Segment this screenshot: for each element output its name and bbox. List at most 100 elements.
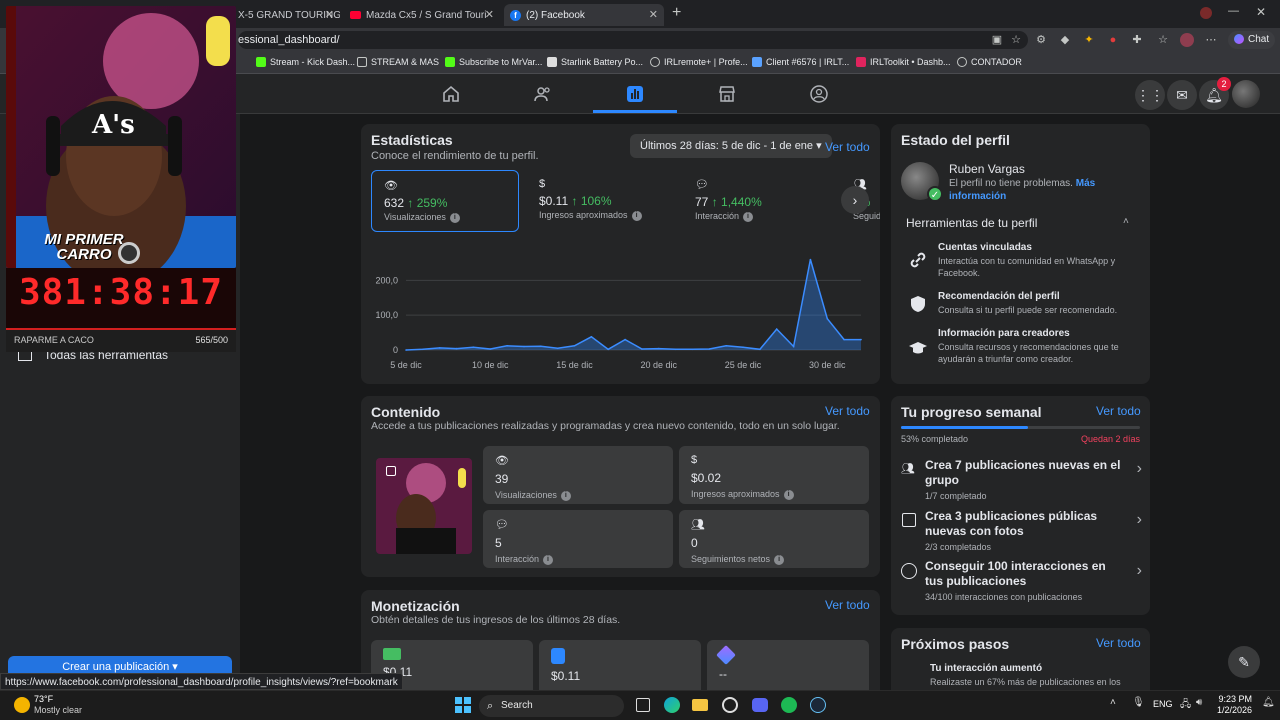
tool-linked-accounts[interactable]: Cuentas vinculadas Interactúa con tu com… — [938, 242, 1128, 279]
task-view-icon[interactable] — [636, 698, 650, 712]
chart-point — [422, 348, 424, 351]
home-icon[interactable] — [441, 84, 461, 104]
language-indicator[interactable]: ENG — [1153, 699, 1173, 709]
stars-icon — [716, 645, 736, 665]
info-icon[interactable]: i — [774, 554, 785, 565]
extension-icon[interactable]: ✦ — [1082, 33, 1096, 47]
bookmark-item[interactable]: Subscribe to MrVar... — [445, 57, 542, 67]
extension-icon[interactable]: ⚙ — [1034, 33, 1048, 47]
dollar-icon: $ — [539, 178, 546, 190]
spotify-icon[interactable] — [781, 697, 797, 713]
weather-temp[interactable]: 73°F — [34, 694, 53, 704]
tab-facebook[interactable]: f (2) Facebook ✕ — [504, 4, 664, 26]
stat-card-views[interactable]: 👁︎ 632 ↑ 259% Visualizaciones i — [371, 170, 519, 232]
chevron-right-icon[interactable]: › — [1137, 511, 1142, 529]
menu-grid-icon[interactable]: ⋮⋮ — [1135, 80, 1165, 110]
favorites-icon[interactable]: ☆ — [1156, 33, 1170, 47]
tab-mazda-1[interactable]: X-5 GRAND TOURING 20 ✕ — [232, 4, 340, 26]
file-explorer-icon[interactable] — [692, 699, 708, 711]
carousel-next-button[interactable]: › — [841, 186, 869, 214]
weekly-task[interactable]: Conseguir 100 interacciones en tus publi… — [925, 559, 1125, 602]
steam-icon[interactable] — [810, 697, 826, 713]
profile-name[interactable]: Ruben Vargas — [949, 162, 1025, 176]
monetization-see-all-link[interactable]: Ver todo — [825, 598, 870, 612]
stat-change: ↑ 1,440% — [711, 195, 762, 209]
marketplace-icon[interactable] — [717, 84, 737, 104]
stats-see-all-link[interactable]: Ver todo — [825, 140, 870, 154]
goal-count: 565/500 — [195, 335, 228, 345]
clock-time[interactable]: 9:23 PM — [1218, 694, 1252, 704]
taskbar-search-box[interactable]: ⌕ Search — [479, 695, 624, 717]
close-icon[interactable]: ✕ — [325, 8, 334, 21]
bookmark-item[interactable]: Client #6576 | IRLT... — [752, 57, 849, 67]
stat-label: Ingresos aproximados — [539, 210, 628, 220]
new-tab-plus-icon[interactable]: + — [672, 4, 681, 22]
network-icon[interactable]: 🖧︎ — [1180, 697, 1191, 714]
compose-edit-icon[interactable]: ✎ — [1228, 646, 1260, 678]
minimize-icon[interactable]: — — [1228, 5, 1239, 17]
chart-point — [523, 345, 525, 348]
clock-date: 1/2/2026 — [1216, 705, 1252, 715]
puzzle-icon[interactable]: ✚ — [1130, 33, 1144, 47]
chrome-icon[interactable] — [722, 697, 738, 713]
stat-card-earnings[interactable]: $ $0.11 ↑ 106% Ingresos aproximados i — [527, 170, 675, 232]
tool-profile-recommendation[interactable]: Recomendación del perfil Consulta si tu … — [938, 291, 1128, 316]
notification-center-icon[interactable]: 🔔︎ — [1262, 697, 1275, 708]
info-icon[interactable]: i — [560, 490, 571, 501]
group-icon: 👥︎ — [901, 463, 915, 475]
discord-icon[interactable] — [752, 698, 768, 712]
bookmark-item[interactable]: STREAM & MAS — [357, 57, 439, 67]
weekly-task[interactable]: Crea 3 publicaciones públicas nuevas con… — [925, 509, 1125, 552]
profile-avatar[interactable] — [1232, 80, 1260, 108]
volume-icon[interactable]: 🔊︎ — [1196, 697, 1202, 708]
stat-card-engagement[interactable]: 💬︎ 77 ↑ 1,440% Interacción i — [683, 170, 831, 232]
chat-button[interactable]: Chat — [1228, 31, 1276, 49]
next-steps-see-all-link[interactable]: Ver todo — [1096, 636, 1141, 650]
bookmark-item[interactable]: CONTADOR — [957, 57, 1022, 67]
bookmark-item[interactable]: Stream - Kick Dash... — [256, 57, 355, 67]
more-icon[interactable]: ⋯ — [1204, 33, 1218, 47]
groups-icon[interactable] — [809, 84, 829, 104]
chevron-right-icon[interactable]: › — [1137, 460, 1142, 478]
url-field[interactable]: essional_dashboard/ — [238, 31, 1028, 49]
post-thumbnail[interactable] — [376, 458, 472, 554]
star-icon[interactable]: ☆ — [1009, 33, 1023, 47]
close-icon[interactable]: ✕ — [649, 8, 658, 21]
info-icon[interactable]: i — [631, 210, 642, 221]
bookmark-item[interactable]: IRLToolkit • Dashb... — [856, 57, 951, 67]
apps-icon[interactable]: ▣ — [990, 33, 1004, 47]
weekly-see-all-link[interactable]: Ver todo — [1096, 404, 1141, 418]
chevron-right-icon[interactable]: › — [1137, 562, 1142, 580]
tab-mazda-2[interactable]: Mazda Cx5 / S Grand Touring 2021 ✕ — [344, 4, 500, 26]
content-metric-engagement: 💬︎ 5 Interacción i — [483, 510, 673, 568]
weekly-task[interactable]: Crea 7 publicaciones nuevas en el grupo … — [925, 458, 1125, 501]
info-icon[interactable]: i — [783, 489, 794, 500]
edge-icon[interactable] — [664, 697, 680, 713]
content-see-all-link[interactable]: Ver todo — [825, 404, 870, 418]
microphone-icon[interactable]: 🎙︎ — [1132, 697, 1145, 708]
profile-tools-title: Herramientas de tu perfil — [906, 216, 1038, 230]
tray-chevron-up-icon[interactable]: ˄ — [1110, 697, 1116, 708]
bookmark-item[interactable]: IRLremote+ | Profe... — [650, 57, 748, 67]
next-step-title[interactable]: Tu interacción aumentó — [930, 663, 1042, 674]
info-icon[interactable]: i — [743, 211, 754, 222]
info-icon[interactable]: i — [449, 212, 460, 223]
messenger-icon[interactable]: ✉ — [1167, 80, 1197, 110]
extension-icon[interactable]: ● — [1106, 33, 1120, 47]
profile-icon[interactable] — [1200, 7, 1212, 19]
windows-start-icon[interactable] — [455, 697, 471, 713]
tool-creator-info[interactable]: Información para creadores Consulta recu… — [938, 328, 1128, 365]
eye-icon: 👁︎ — [384, 180, 398, 192]
tab-label: (2) Facebook — [526, 9, 585, 21]
extension-icon[interactable]: ◆ — [1058, 33, 1072, 47]
bookmark-item[interactable]: Starlink Battery Po... — [547, 57, 643, 67]
friends-icon[interactable] — [533, 84, 553, 104]
close-icon[interactable]: ✕ — [485, 8, 494, 21]
info-icon[interactable]: i — [543, 554, 554, 565]
chevron-up-icon[interactable]: ˄ — [1123, 216, 1129, 227]
date-range-dropdown[interactable]: Últimos 28 días: 5 de dic - 1 de ene ▾ — [630, 134, 832, 158]
dashboard-chart-icon[interactable] — [625, 84, 645, 104]
url-text: essional_dashboard/ — [238, 34, 340, 46]
window-close-icon[interactable]: ✕ — [1256, 5, 1266, 19]
avatar[interactable] — [1180, 33, 1194, 47]
